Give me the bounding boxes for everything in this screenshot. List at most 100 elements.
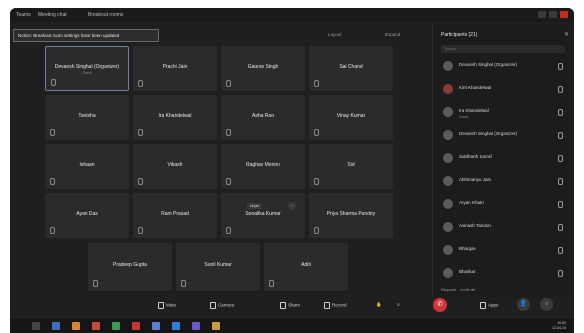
participant-name: Bhargav [459,246,476,251]
app-icon[interactable] [132,322,140,330]
app-icon[interactable] [112,322,120,330]
close-panel-icon[interactable]: ✕ [564,31,569,38]
mic-icon [226,80,231,87]
participant-name: Ira Khandelwal [459,108,489,113]
video-tile[interactable]: Gaurav Singh [221,46,305,91]
participant-row[interactable]: Ira Khandelwal Guest [437,103,569,123]
video-tile[interactable]: Prachi Jain [133,46,217,91]
raise-hand-icon[interactable]: ✋ [376,302,382,308]
participant-row[interactable]: Bhargav [437,241,569,261]
participant-row[interactable]: Abhimanyu Jain [437,172,569,192]
minimize-icon[interactable] [538,11,546,18]
mic-icon[interactable] [558,86,563,93]
tile-name: Priya Sharma Pandey [326,211,376,217]
mic-icon[interactable] [558,247,563,254]
leave-call-button[interactable]: ✆ [433,298,447,312]
maximize-icon[interactable] [549,11,557,18]
apps-button[interactable]: Apps [480,302,498,309]
video-tile[interactable]: Vikash [133,144,217,189]
video-tile[interactable]: Ishaan [45,144,129,189]
video-tile[interactable]: Sonalika Kumar Unpin ⋯ [221,193,305,238]
mic-icon[interactable] [558,155,563,162]
video-tile[interactable]: Sai Chand [309,46,393,91]
video-tile[interactable]: Priya Sharma Pandey [309,193,393,238]
participant-row[interactable]: Avinash Tandon [437,218,569,238]
tile-name: Sunil Kumar [204,262,232,269]
mic-icon[interactable] [558,109,563,116]
layout-button[interactable]: Layout [328,32,342,37]
avatar [443,107,453,117]
people-icon[interactable]: 👤 [517,298,530,311]
expand-button[interactable]: Expand [385,32,400,37]
os-taskbar: 10:52 12-04-24 [10,319,574,333]
mic-icon [138,178,143,185]
video-tile[interactable]: Tanisha [45,95,129,140]
mic-icon[interactable] [558,224,563,231]
meeting-toolbar: Mute Camera Share Record ✋ ☺ Apps [10,297,574,315]
system-clock[interactable]: 10:52 12-04-24 [552,321,566,331]
tile-name: Raghav Menon [246,162,280,168]
close-icon[interactable] [560,11,568,18]
participant-name: Devansh Singhal (Organizer) [459,62,518,67]
app-icon[interactable] [172,322,180,330]
teams-icon[interactable] [192,322,200,330]
participant-search-input[interactable]: Search [441,45,565,53]
tile-name: Ishaan [79,162,95,168]
mute-button[interactable]: Mute [158,302,176,309]
video-tile[interactable]: Sunil Kumar [176,243,260,291]
mic-icon[interactable] [558,270,563,277]
mic-icon[interactable] [558,178,563,185]
video-tile[interactable]: Ayan Das [45,193,129,238]
app-icon[interactable] [92,322,100,330]
avatar [443,130,453,140]
more-options-icon[interactable]: ⋯ [288,202,296,210]
panel-title: Participants (21) [441,32,478,38]
mic-icon[interactable] [558,63,563,70]
participant-row[interactable]: Kirti Khandelwal [437,80,569,100]
camera-icon [210,302,216,309]
video-tile[interactable]: Raghav Menon [221,144,305,189]
participant-name: Devansh Singhal (Organizer) [459,131,518,136]
meeting-stage: Notice: Breakout room settings have been… [10,8,430,333]
video-tile[interactable]: Ira Khandelwal [133,95,217,140]
participant-row[interactable]: Bhaskar [437,264,569,284]
app-icon[interactable] [212,322,220,330]
unpin-popup[interactable]: Unpin [247,203,263,209]
start-icon[interactable] [32,322,40,330]
app-icon[interactable] [152,322,160,330]
video-tile[interactable]: Aditi [264,243,348,291]
video-tile[interactable]: Asha Rao [221,95,305,140]
invite-all-link[interactable]: Invite all [460,287,475,292]
react-icon[interactable]: ☺ [396,302,401,307]
video-tile[interactable]: Pradeep Gupta [88,243,172,291]
mic-icon[interactable] [558,201,563,208]
record-button[interactable]: Record [324,302,347,309]
mic-icon [314,129,319,136]
video-tile[interactable]: Devansh Singhal (Organizer) Guest [45,46,129,91]
video-tile[interactable]: Vinay Kumar [309,95,393,140]
search-icon[interactable] [52,322,60,330]
mic-icon[interactable] [558,132,563,139]
participant-row[interactable]: Aryan Khatri [437,195,569,215]
video-tile[interactable]: Sid [309,144,393,189]
avatar [443,61,453,71]
participant-row[interactable]: Siddharth Sarraf [437,149,569,169]
mic-icon [314,80,319,87]
share-button[interactable]: Share [280,302,300,309]
video-tile[interactable]: Ram Prasad [133,193,217,238]
tile-name: Sonalika Kumar [245,211,281,217]
camera-label: Camera [218,302,235,308]
participant-row[interactable]: Devansh Singhal (Organizer) [437,126,569,146]
mic-icon [138,80,143,87]
participant-row[interactable]: Devansh Singhal (Organizer) [437,57,569,77]
avatar [443,245,453,255]
mic-icon [226,178,231,185]
chat-icon[interactable]: ○ [540,298,553,311]
tile-name: Ram Prasad [161,211,189,217]
tile-name: Vikash [167,162,183,168]
file-explorer-icon[interactable] [72,322,80,330]
camera-button[interactable]: Camera [210,302,234,309]
request-link[interactable]: Request [441,287,456,292]
apps-icon [480,302,486,309]
tile-name: Aditi [301,262,311,269]
